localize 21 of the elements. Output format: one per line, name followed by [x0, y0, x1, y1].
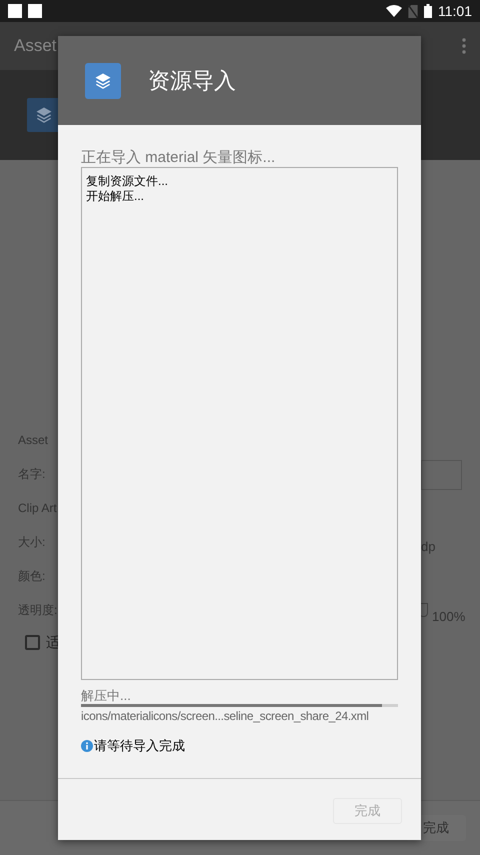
- layers-icon: [34, 105, 54, 125]
- progress-label: 解压中...: [81, 688, 132, 704]
- dialog-title: 资源导入: [148, 67, 236, 95]
- notification-icon: [8, 4, 22, 18]
- import-heading: 正在导入 material 矢量图标...: [81, 149, 276, 167]
- file-path: icons/materialicons/screen...seline_screen_share_24.xml: [81, 709, 370, 724]
- wifi-icon: [386, 5, 402, 17]
- log-line: 开始解压...: [86, 189, 146, 204]
- log-line: 复制资源文件...: [86, 174, 170, 189]
- info-icon: [81, 740, 93, 752]
- more-icon[interactable]: [462, 38, 466, 54]
- info-text: 请等待导入完成: [94, 737, 185, 755]
- notification-icon: [28, 4, 42, 18]
- layers-icon: [93, 70, 113, 90]
- checkbox[interactable]: [25, 635, 40, 650]
- status-time: 11:01: [438, 2, 472, 20]
- no-sim-icon: [408, 4, 418, 18]
- battery-icon: [424, 4, 432, 18]
- app-title: Asset: [14, 35, 57, 58]
- checkbox-label: 适: [46, 633, 60, 652]
- name-field[interactable]: [421, 460, 462, 490]
